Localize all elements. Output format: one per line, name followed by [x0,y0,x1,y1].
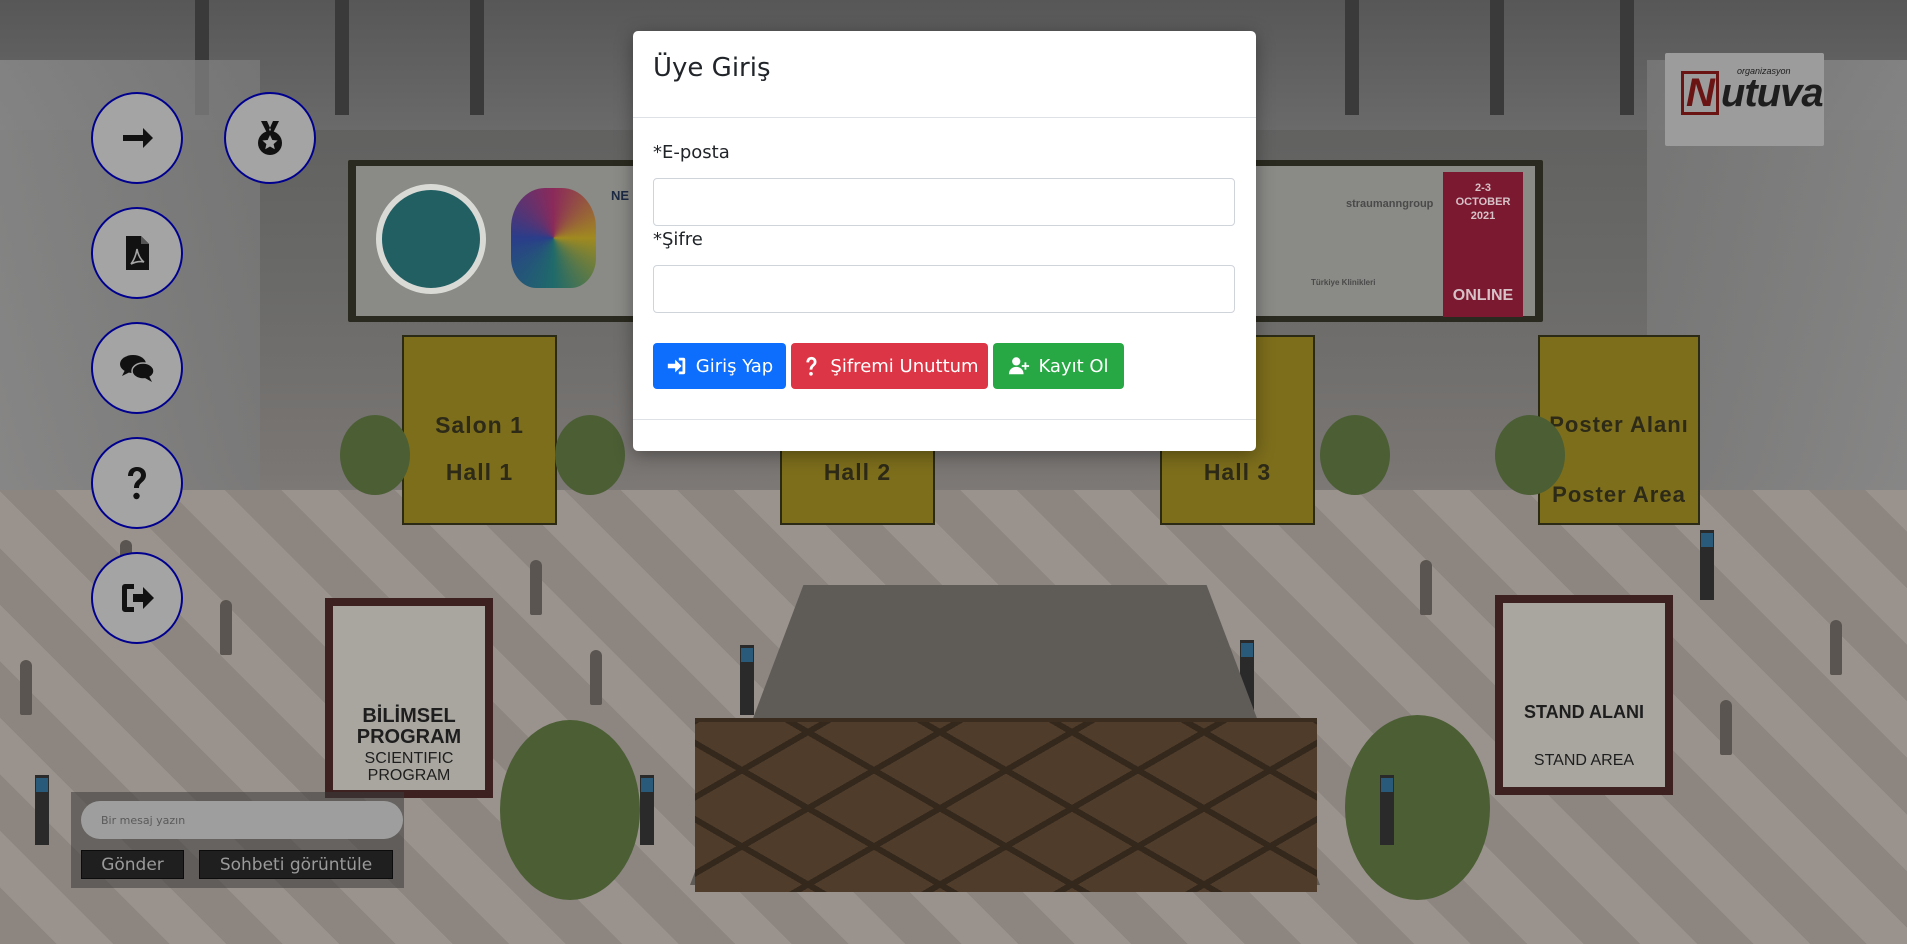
forgot-password-label: Şifremi Unuttum [830,355,979,377]
medal-icon [258,121,282,155]
pdf-file-icon [126,236,149,270]
hall-door-label: Salon 1 [435,412,524,438]
banner-neu-text: NE [611,188,630,203]
sponsor-straumann: straumanngroup [1346,198,1434,210]
tree [1495,415,1565,495]
banner-date-month: OCTOBER [1455,196,1511,208]
visitor [20,660,32,715]
ceiling-beam [1345,0,1359,115]
sign-subtitle: STAND AREA [1533,752,1635,769]
scientific-program-sign: BİLİMSEL PROGRAM SCIENTIFIC PROGRAM [325,598,493,798]
hall-door-label: Hall 3 [1203,459,1272,485]
info-kiosk [740,645,754,715]
program-pdf-button[interactable] [91,207,183,299]
email-label: *E-posta [653,142,730,163]
sign-out-icon [122,584,154,612]
tooth-logo-icon [511,188,596,288]
modal-title: Üye Giriş [653,53,771,83]
visitor [530,560,542,615]
email-field[interactable] [653,178,1235,226]
hall-door-label: Hall 1 [445,459,514,485]
sign-subtitle: SCIENTIFIC PROGRAM [364,750,454,784]
sign-title: BİLİMSEL PROGRAM [356,705,462,748]
hall-door-label: Poster Area [1552,482,1686,507]
tree [500,720,640,900]
info-kiosk [1380,775,1394,845]
visitor [220,600,232,655]
help-button[interactable] [91,437,183,529]
logo-letter: N [1681,71,1719,115]
sponsor-turkiye-klinikleri: Türkiye Klinikleri [1311,278,1376,287]
visitor [1420,560,1432,615]
chat-bubbles-icon [120,355,155,382]
register-label: Kayıt Ol [1038,355,1109,377]
question-icon [128,467,146,500]
stand-area-sign: STAND ALANI STAND AREA [1495,595,1673,795]
chat-button[interactable] [91,322,183,414]
neu-dentistry-seal [376,184,486,294]
question-icon [806,356,817,376]
banner-date-day: 2-3 [1475,182,1491,194]
arrow-right-icon [123,128,153,148]
visitor [1830,620,1842,675]
ceiling-beam [1620,0,1634,115]
info-kiosk [1700,530,1714,600]
tree [1320,415,1390,495]
password-label: *Şifre [653,229,703,250]
chat-message-input[interactable] [81,801,403,839]
ceiling-beam [335,0,349,115]
info-kiosk [35,775,49,845]
banner-date-year: 2021 [1470,210,1496,222]
login-label: Giriş Yap [695,355,774,377]
logout-button[interactable] [91,552,183,644]
login-button[interactable]: Giriş Yap [653,343,786,389]
register-button[interactable]: Kayıt Ol [993,343,1124,389]
sign-title: STAND ALANI [1524,702,1644,722]
tree [555,415,625,495]
user-plus-icon [1009,357,1030,375]
sign-in-icon [667,357,686,375]
modal-footer-divider [633,419,1256,420]
login-modal: Üye Giriş *E-posta *Şifre Giriş Yap Şifr… [633,31,1256,451]
hall-door-1: Salon 1 Hall 1 [402,335,557,525]
certificate-button[interactable] [224,92,316,184]
visitor [590,650,602,705]
hall-door-label: Poster Alanı [1549,412,1689,437]
tree [340,415,410,495]
ceiling-beam [1490,0,1504,115]
info-kiosk [640,775,654,845]
modal-header-divider [633,117,1256,118]
view-chat-button[interactable]: Sohbeti görüntüle [199,850,393,879]
hall-door-label: Hall 2 [823,459,892,485]
enter-button[interactable] [91,92,183,184]
nutuva-logo: organizasyon Nutuva [1665,53,1824,146]
visitor [1720,700,1732,755]
tree [1345,715,1490,900]
password-field[interactable] [653,265,1235,313]
logo-word: utuva [1720,71,1824,115]
send-button[interactable]: Gönder [81,850,184,879]
banner-date-box: 2-3 OCTOBER 2021 ONLINE [1443,172,1523,317]
forgot-password-button[interactable]: Şifremi Unuttum [791,343,988,389]
ceiling-beam [470,0,484,115]
banner-online-text: ONLINE [1452,287,1514,304]
poster-area-door: Poster Alanı Poster Area [1538,335,1700,525]
reception-desk [695,718,1317,892]
